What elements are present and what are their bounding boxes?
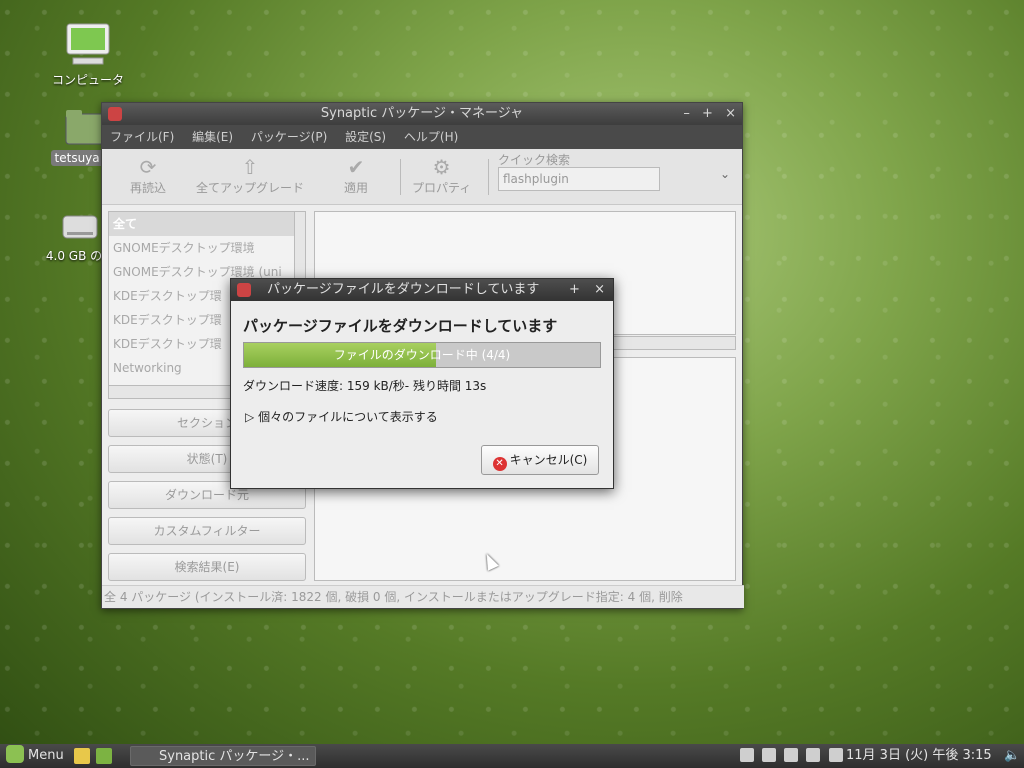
network-icon[interactable] <box>740 748 754 762</box>
search-results-button[interactable]: 検索結果(E) <box>108 553 306 581</box>
taskbar: Menu Synaptic パッケージ・... 11月 3日 (火) 午後 3:… <box>0 744 1024 768</box>
dialog-maximize-button[interactable]: + <box>569 282 580 297</box>
properties-button[interactable]: ⚙ プロパティ <box>412 155 471 196</box>
drive-tray-icon[interactable] <box>828 748 843 762</box>
download-progress-bar: ファイルのダウンロード中 (4/4) <box>243 342 601 368</box>
custom-filter-button[interactable]: カスタムフィルター <box>108 517 306 545</box>
lock-icon[interactable] <box>784 748 799 762</box>
quick-search-input[interactable]: flashplugin <box>498 167 660 191</box>
apply-button[interactable]: ✔ 適用 <box>344 155 368 196</box>
computer-desktop-icon[interactable]: コンピュータ <box>33 22 143 88</box>
status-bar: 全 4 パッケージ (インストール済: 1822 個, 破損 0 個, インスト… <box>102 585 744 608</box>
text-editor-launcher-icon[interactable] <box>74 748 90 764</box>
computer-icon-label: コンピュータ <box>51 73 124 87</box>
toolbar-separator <box>488 159 489 195</box>
menu-label: Menu <box>28 748 64 763</box>
synaptic-app-icon <box>237 283 251 297</box>
window-titlebar[interactable]: Synaptic パッケージ・マネージャ – + × <box>102 103 742 125</box>
system-tray <box>740 744 847 768</box>
progress-text: ファイルのダウンロード中 (4/4) <box>333 348 511 362</box>
menu-settings[interactable]: 設定(S) <box>345 130 386 144</box>
reload-label: 再読込 <box>130 181 167 195</box>
properties-label: プロパティ <box>412 181 472 195</box>
quick-search-label: クイック検索 <box>498 153 571 167</box>
toolbar-separator <box>400 159 401 195</box>
chevron-down-icon[interactable]: ⌄ <box>720 167 730 181</box>
menu-edit[interactable]: 編集(E) <box>192 130 233 144</box>
download-speed: ダウンロード速度: 159 kB/秒- 残り時間 13s <box>243 379 487 393</box>
category-item[interactable]: 全て <box>109 212 295 236</box>
maximize-button[interactable]: + <box>702 106 713 121</box>
toolbar: ⟳ 再読込 ⇧ 全てアップグレード ✔ 適用 ⚙ プロパティ クイック検索 fl… <box>102 149 742 205</box>
menu-package[interactable]: パッケージ(P) <box>251 130 327 144</box>
cancel-button[interactable]: ✕ キャンセル(C) <box>481 445 599 475</box>
dialog-close-button[interactable]: × <box>594 282 605 297</box>
menubar: ファイル(F) 編集(E) パッケージ(P) 設定(S) ヘルプ(H) <box>102 125 742 149</box>
menu-button[interactable]: Menu <box>6 744 64 768</box>
triangle-right-icon: ▷ <box>245 410 255 424</box>
reload-button[interactable]: ⟳ 再読込 <box>130 155 166 196</box>
computer-icon <box>66 23 110 65</box>
gear-icon: ⚙ <box>432 155 451 179</box>
volume-icon[interactable]: 🔈 <box>1004 744 1020 768</box>
upgrade-all-button[interactable]: ⇧ 全てアップグレード <box>196 155 304 196</box>
dialog-title: パッケージファイルをダウンロードしています <box>267 282 540 297</box>
minimize-button[interactable]: – <box>683 106 690 121</box>
monitor-icon[interactable] <box>806 748 821 762</box>
taskbar-synaptic-task[interactable]: Synaptic パッケージ・... <box>130 746 316 766</box>
checkmark-icon: ✔ <box>347 155 365 179</box>
file-details-expander[interactable]: ▷ 個々のファイルについて表示する <box>245 408 438 425</box>
dialog-titlebar[interactable]: パッケージファイルをダウンロードしています + × <box>231 279 613 301</box>
category-item[interactable]: GNOMEデスクトップ環境 <box>109 236 295 260</box>
clipboard-icon[interactable] <box>762 748 777 762</box>
menu-file[interactable]: ファイル(F) <box>110 130 174 144</box>
reload-icon: ⟳ <box>139 155 157 179</box>
menu-help[interactable]: ヘルプ(H) <box>404 130 458 144</box>
task-label: Synaptic パッケージ・... <box>159 749 310 764</box>
close-button[interactable]: × <box>725 106 736 121</box>
cancel-icon: ✕ <box>492 457 507 471</box>
synaptic-app-icon <box>108 107 122 121</box>
upgrade-icon: ⇧ <box>241 155 259 179</box>
cancel-label: キャンセル(C) <box>509 453 588 467</box>
expander-label: 個々のファイルについて表示する <box>258 410 438 424</box>
mint-logo-icon <box>6 745 24 763</box>
apply-label: 適用 <box>344 181 369 195</box>
download-dialog: パッケージファイルをダウンロードしています + × パッケージファイルをダウンロ… <box>230 278 614 489</box>
clock[interactable]: 11月 3日 (火) 午後 3:15 <box>846 744 992 768</box>
upgrade-all-label: 全てアップグレード <box>196 181 305 195</box>
dialog-heading: パッケージファイルをダウンロードしています <box>243 317 558 335</box>
drive-icon <box>62 215 98 239</box>
terminal-launcher-icon[interactable] <box>96 748 112 764</box>
window-title: Synaptic パッケージ・マネージャ <box>320 106 524 121</box>
